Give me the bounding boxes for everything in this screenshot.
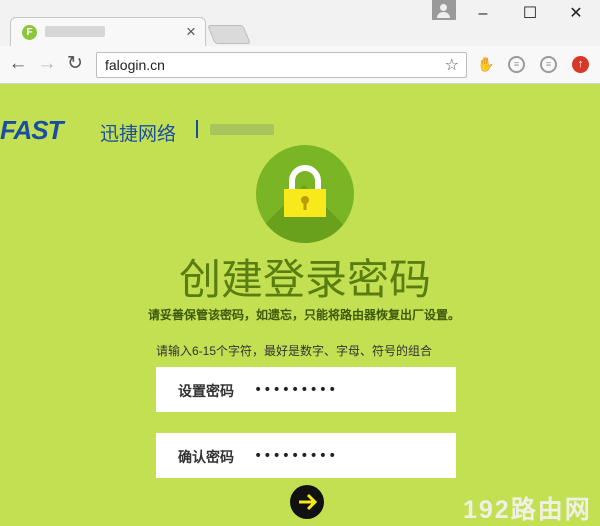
- grey-extension-icon[interactable]: ≡: [508, 56, 525, 73]
- address-url[interactable]: falogin.cn: [105, 57, 165, 73]
- page-title: 创建登录密码: [178, 256, 431, 303]
- hand-extension-icon[interactable]: ✋: [477, 56, 494, 73]
- window-titlebar: F × – ☐ ✕: [0, 0, 600, 46]
- update-icon[interactable]: ↑: [572, 56, 589, 73]
- brand-cn-name: 迅捷网络: [100, 124, 177, 145]
- profile-body: [437, 12, 450, 18]
- confirm-password-input[interactable]: [252, 441, 446, 471]
- fast-favicon-icon: F: [22, 25, 37, 40]
- page-subtitle: 请妥善保管该密码，如遗忘，只能将路由器恢复出厂设置。: [147, 308, 460, 322]
- padlock-graphic: [284, 165, 326, 217]
- watermark-text: 192路由网: [463, 496, 592, 524]
- maximize-button[interactable]: ☐: [516, 4, 544, 24]
- confirm-password-label: 确认密码: [178, 449, 234, 465]
- grey-extension-icon-2[interactable]: ≡: [540, 56, 557, 73]
- back-button[interactable]: ←: [7, 53, 29, 75]
- submit-button[interactable]: [290, 485, 324, 519]
- lock-icon: [256, 145, 354, 243]
- tab-title-blurred: [45, 26, 105, 37]
- set-password-label: 设置密码: [178, 383, 234, 399]
- set-password-row: 设置密码: [156, 367, 456, 412]
- arrow-right-icon: [299, 493, 318, 511]
- set-password-input[interactable]: [252, 375, 446, 405]
- address-bar[interactable]: falogin.cn ☆: [96, 52, 467, 78]
- fast-logo-text: FAST: [0, 115, 63, 145]
- close-window-button[interactable]: ✕: [562, 4, 590, 24]
- browser-tab[interactable]: F ×: [10, 17, 206, 46]
- new-tab-button[interactable]: [207, 25, 251, 44]
- profile-icon[interactable]: [432, 0, 456, 20]
- confirm-password-row: 确认密码: [156, 433, 456, 478]
- password-hint: 请输入6-15个字符，最好是数字、字母、符号的组合: [156, 344, 433, 358]
- browser-toolbar: ← → ↻ falogin.cn ☆ ✋ ≡ ≡ ↑: [0, 46, 600, 84]
- tab-close-icon[interactable]: ×: [186, 22, 196, 42]
- reload-button[interactable]: ↻: [64, 53, 86, 75]
- forward-button[interactable]: →: [36, 53, 58, 75]
- logo-divider: [196, 120, 198, 138]
- profile-head: [440, 4, 447, 11]
- bookmark-star-icon[interactable]: ☆: [445, 55, 459, 75]
- logo-model-blurred: [210, 124, 274, 135]
- minimize-button[interactable]: –: [469, 4, 497, 24]
